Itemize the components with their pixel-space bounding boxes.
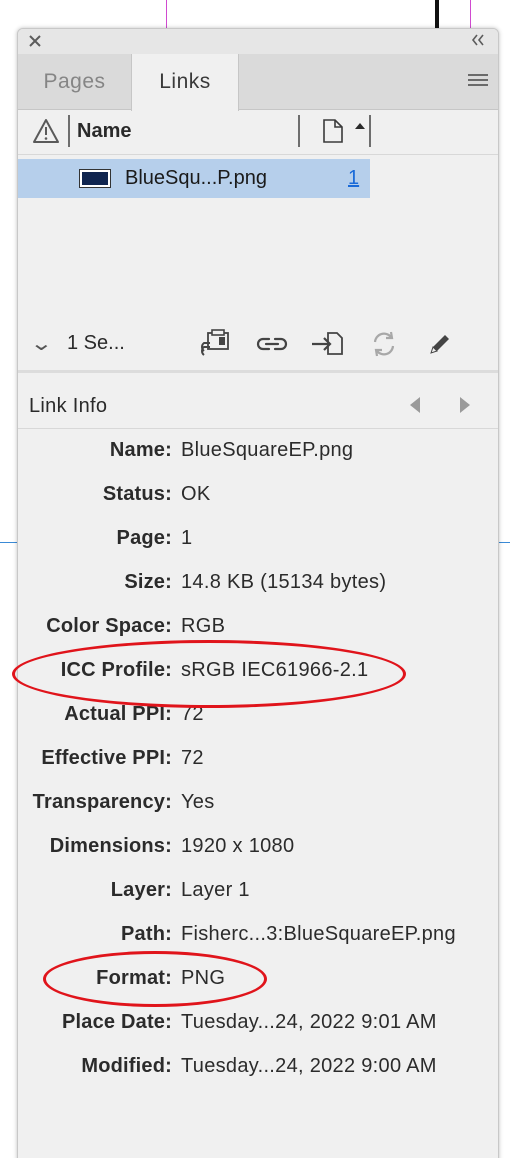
relink-to-folder-icon[interactable] (194, 328, 234, 360)
info-label: Status: (102, 483, 172, 505)
info-row-page: Page: 1 (18, 527, 498, 557)
link-info-title: Link Info (29, 395, 108, 417)
info-row-size: Size: 14.8 KB (15134 bytes) (18, 571, 498, 601)
annotation-ellipse-icc-profile (12, 640, 406, 708)
magenta-guide-left (166, 0, 167, 30)
collapse-panel-icon[interactable] (470, 33, 486, 50)
info-value: 14.8 KB (15134 bytes) (181, 571, 387, 593)
info-row-transparency: Transparency: Yes (18, 791, 498, 821)
info-label: Effective PPI: (41, 747, 172, 769)
info-label: Page: (116, 527, 172, 549)
info-value: Layer 1 (181, 879, 250, 901)
info-label: Modified: (81, 1055, 172, 1077)
info-row-layer: Layer: Layer 1 (18, 879, 498, 909)
info-label: Layer: (110, 879, 172, 901)
update-link-icon[interactable] (364, 328, 404, 360)
magenta-guide-right (470, 0, 471, 30)
column-divider[interactable] (298, 115, 300, 147)
info-label: Transparency: (32, 791, 172, 813)
links-list-header: Name (18, 111, 498, 155)
blue-guide-right (499, 542, 510, 543)
info-value: 1920 x 1080 (181, 835, 295, 857)
info-label: Size: (124, 571, 172, 593)
info-row-dimensions: Dimensions: 1920 x 1080 (18, 835, 498, 865)
info-value: 1 (181, 527, 193, 549)
info-value: Tuesday...24, 2022 9:01 AM (181, 1011, 437, 1033)
selection-count[interactable]: 1 Se... (67, 332, 125, 355)
chevron-down-icon[interactable]: ⌄ (30, 331, 53, 356)
column-divider[interactable] (369, 115, 371, 147)
image-thumbnail-icon (79, 169, 111, 188)
info-label: Name: (109, 439, 172, 461)
info-value: RGB (181, 615, 226, 637)
link-page-number[interactable]: 1 (348, 167, 359, 190)
link-row[interactable]: BlueSqu...P.png 1 (18, 159, 370, 198)
page-rule (435, 0, 439, 28)
annotation-ellipse-format (43, 951, 267, 1007)
go-to-link-icon[interactable] (308, 328, 348, 360)
info-value: OK (181, 483, 211, 505)
info-label: Color Space: (46, 615, 172, 637)
panel-menu-icon[interactable] (468, 74, 488, 88)
column-divider[interactable] (68, 115, 70, 147)
page-icon[interactable] (320, 117, 346, 145)
info-value: Fisherc...3:BlueSquareEP.png (181, 923, 456, 945)
info-value: 72 (181, 747, 204, 769)
info-value: BlueSquareEP.png (181, 439, 354, 461)
panel-tabs: Pages Links (18, 54, 498, 111)
info-row-actual-ppi: Actual PPI: 72 (18, 703, 498, 733)
previous-icon[interactable] (410, 397, 420, 413)
warning-icon[interactable] (32, 118, 60, 144)
name-column-header[interactable]: Name (77, 120, 131, 143)
panel-titlebar (18, 29, 498, 54)
blue-guide-left (0, 542, 17, 543)
edit-original-icon[interactable] (420, 328, 460, 360)
info-label: Path: (121, 923, 172, 945)
close-icon[interactable] (27, 32, 43, 50)
info-row-place-date: Place Date: Tuesday...24, 2022 9:01 AM (18, 1011, 498, 1041)
info-row-name: Name: BlueSquareEP.png (18, 439, 498, 469)
info-value: Yes (181, 791, 215, 813)
info-value: Tuesday...24, 2022 9:00 AM (181, 1055, 437, 1077)
sort-ascending-icon[interactable] (355, 123, 365, 129)
tab-pages[interactable]: Pages (18, 54, 131, 110)
info-row-path: Path: Fisherc...3:BlueSquareEP.png (18, 923, 498, 953)
links-toolbar: ⌄ 1 Se... (18, 317, 498, 373)
info-row-status: Status: OK (18, 483, 498, 513)
info-label: Place Date: (61, 1011, 172, 1033)
tab-links[interactable]: Links (131, 54, 239, 111)
info-row-effective-ppi: Effective PPI: 72 (18, 747, 498, 777)
relink-icon[interactable] (252, 328, 292, 360)
link-file-name: BlueSqu...P.png (125, 167, 267, 189)
link-info-header[interactable]: Link Info (18, 381, 498, 429)
next-icon[interactable] (460, 397, 470, 413)
info-row-modified: Modified: Tuesday...24, 2022 9:00 AM (18, 1055, 498, 1085)
info-label: Dimensions: (49, 835, 172, 857)
